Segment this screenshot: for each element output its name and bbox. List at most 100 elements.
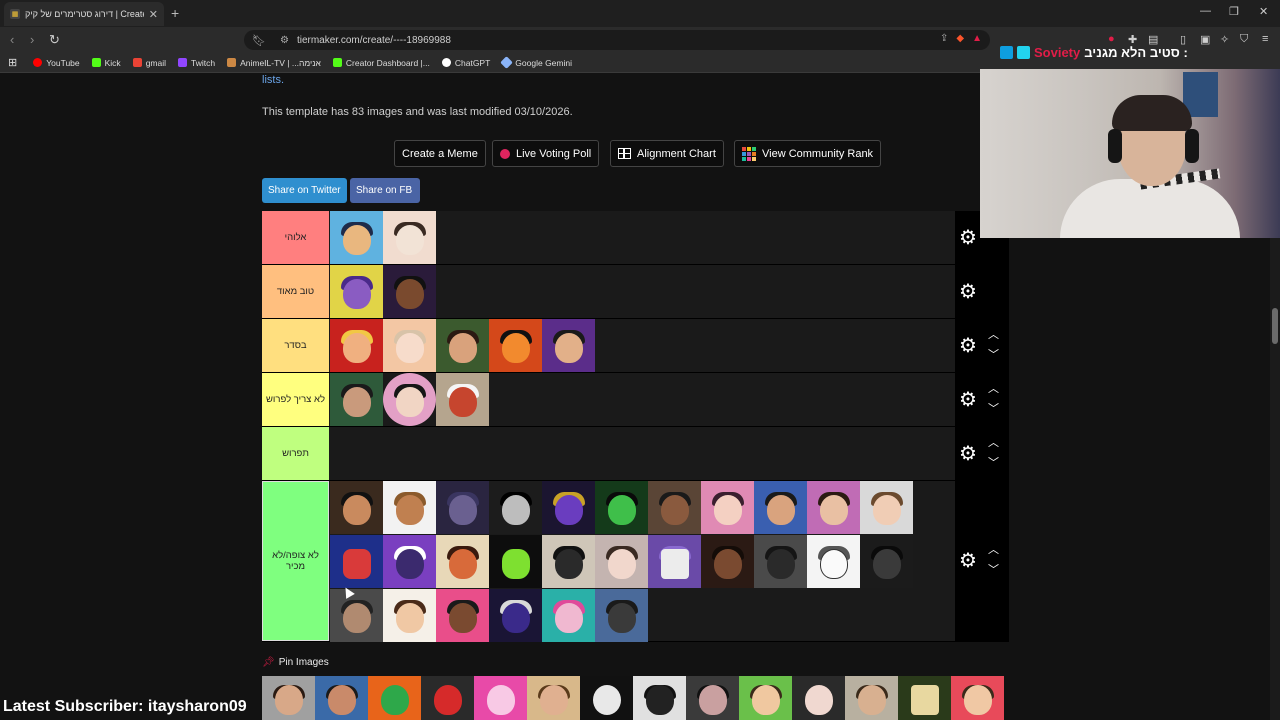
- close-window-icon[interactable]: ✕: [1259, 5, 1268, 18]
- tier-image[interactable]: [860, 535, 913, 588]
- share-icon[interactable]: ⇪: [940, 33, 948, 44]
- gear-icon[interactable]: ⚙: [958, 551, 978, 571]
- tier-items[interactable]: [330, 373, 954, 426]
- menu-icon[interactable]: ≡: [1262, 33, 1268, 45]
- tier-image[interactable]: [330, 319, 383, 372]
- tier-image[interactable]: [595, 481, 648, 534]
- lists-link[interactable]: lists.: [262, 74, 284, 86]
- pool-image[interactable]: [951, 676, 1004, 720]
- bookmark-twitch[interactable]: Twitch: [178, 58, 215, 68]
- tier-label[interactable]: לא צופה/לא מכיר: [262, 481, 329, 641]
- pool-image[interactable]: [262, 676, 315, 720]
- back-icon[interactable]: ‹: [10, 32, 14, 47]
- tier-image[interactable]: [595, 589, 648, 642]
- browser-tab[interactable]: ▦ דירוג סטרימרים של קיק | Create a ✕: [4, 2, 164, 26]
- brave-shield-icon[interactable]: ◆: [956, 33, 964, 44]
- tier-image[interactable]: [383, 535, 436, 588]
- tier-image[interactable]: [754, 535, 807, 588]
- tier-image[interactable]: [701, 535, 754, 588]
- extension-icon[interactable]: ●: [1108, 33, 1115, 45]
- pool-image[interactable]: [686, 676, 739, 720]
- tier-items[interactable]: [330, 211, 954, 264]
- new-tab-button[interactable]: +: [171, 5, 179, 21]
- tier-image[interactable]: [436, 535, 489, 588]
- site-settings-icon[interactable]: ⚙︎: [280, 35, 289, 46]
- gear-icon[interactable]: ⚙: [958, 444, 978, 464]
- bookmark-gemini[interactable]: Google Gemini: [500, 56, 572, 69]
- move-down-icon[interactable]: ﹀: [988, 458, 999, 469]
- bookmark-creator-dashboard[interactable]: Creator Dashboard |...: [332, 58, 430, 68]
- gear-icon[interactable]: ⚙: [958, 390, 978, 410]
- tier-image[interactable]: [383, 589, 436, 642]
- pool-image[interactable]: [315, 676, 368, 720]
- alignment-chart-button[interactable]: Alignment Chart: [610, 140, 724, 167]
- tier-image[interactable]: [436, 319, 489, 372]
- tier-label[interactable]: בסדר: [262, 319, 329, 372]
- bookmark-animeil[interactable]: AnimeIL-TV | ...אנימה: [227, 58, 321, 68]
- tier-image[interactable]: [489, 319, 542, 372]
- bookmark-youtube[interactable]: YouTube: [33, 58, 80, 68]
- tier-image[interactable]: [648, 481, 701, 534]
- tier-image[interactable]: [383, 211, 436, 264]
- share-fb-button[interactable]: Share on FB: [350, 178, 420, 203]
- gear-icon[interactable]: ⚙: [958, 282, 978, 302]
- tier-image[interactable]: [383, 319, 436, 372]
- bookmark-kick[interactable]: Kick: [91, 58, 121, 68]
- pool-image[interactable]: [368, 676, 421, 720]
- move-up-icon[interactable]: ︿: [988, 438, 999, 449]
- vpn-icon[interactable]: ⛉: [1240, 33, 1248, 46]
- tier-image[interactable]: [330, 481, 383, 534]
- close-tab-icon[interactable]: ✕: [149, 8, 158, 21]
- tier-image[interactable]: [330, 265, 383, 318]
- move-down-icon[interactable]: ﹀: [988, 404, 999, 415]
- move-down-icon[interactable]: ﹀: [988, 565, 999, 576]
- pin-images-toggle[interactable]: 📌︎ Pin Images: [262, 657, 329, 668]
- tier-label[interactable]: טוב מאוד: [262, 265, 329, 318]
- pool-image[interactable]: [527, 676, 580, 720]
- tier-image[interactable]: [330, 535, 383, 588]
- tier-image[interactable]: [330, 211, 383, 264]
- tier-image[interactable]: [807, 481, 860, 534]
- pool-image[interactable]: [421, 676, 474, 720]
- live-voting-poll-button[interactable]: Live Voting Poll: [492, 140, 600, 167]
- brave-rewards-icon[interactable]: ▲: [972, 33, 982, 44]
- tier-label[interactable]: לא צריך לפרוש: [262, 373, 329, 426]
- tier-label[interactable]: תפרוש: [262, 427, 329, 480]
- pool-image[interactable]: [739, 676, 792, 720]
- tier-items[interactable]: [330, 427, 954, 480]
- pool-image[interactable]: [633, 676, 686, 720]
- bookmark-gmail[interactable]: gmail: [132, 58, 166, 68]
- create-meme-button[interactable]: Create a Meme: [394, 140, 486, 167]
- tier-image[interactable]: [489, 535, 542, 588]
- gear-icon[interactable]: ⚙: [958, 336, 978, 356]
- tier-image[interactable]: [489, 589, 542, 642]
- tier-image[interactable]: [383, 373, 436, 426]
- tier-image[interactable]: [754, 481, 807, 534]
- tier-label[interactable]: אלוהי: [262, 211, 329, 264]
- view-community-rank-button[interactable]: View Community Rank: [734, 140, 882, 167]
- reload-icon[interactable]: ↻: [49, 32, 60, 48]
- tier-items[interactable]: [330, 265, 954, 318]
- tier-image[interactable]: [542, 481, 595, 534]
- tier-image[interactable]: [595, 535, 648, 588]
- restore-icon[interactable]: ❐: [1229, 5, 1239, 18]
- tier-image[interactable]: [542, 589, 595, 642]
- tier-image[interactable]: [436, 481, 489, 534]
- apps-grid-icon[interactable]: ⊞: [8, 56, 17, 69]
- tier-image[interactable]: [542, 535, 595, 588]
- pool-image[interactable]: [845, 676, 898, 720]
- pool-image[interactable]: [898, 676, 951, 720]
- tier-image[interactable]: [489, 481, 542, 534]
- tier-image[interactable]: [436, 589, 489, 642]
- tier-image[interactable]: [383, 265, 436, 318]
- wallet-icon[interactable]: ▣: [1200, 33, 1210, 46]
- address-bar[interactable]: 🔖︎ ⚙︎ tiermaker.com/create/----18969988 …: [244, 30, 990, 50]
- scrollbar-thumb[interactable]: [1272, 308, 1278, 344]
- leo-ai-icon[interactable]: ✧: [1220, 33, 1229, 46]
- forward-icon[interactable]: ›: [30, 32, 34, 47]
- pool-image[interactable]: [474, 676, 527, 720]
- pool-image[interactable]: [792, 676, 845, 720]
- pool-image[interactable]: [580, 676, 633, 720]
- tier-image[interactable]: [860, 481, 913, 534]
- tier-image[interactable]: [807, 535, 860, 588]
